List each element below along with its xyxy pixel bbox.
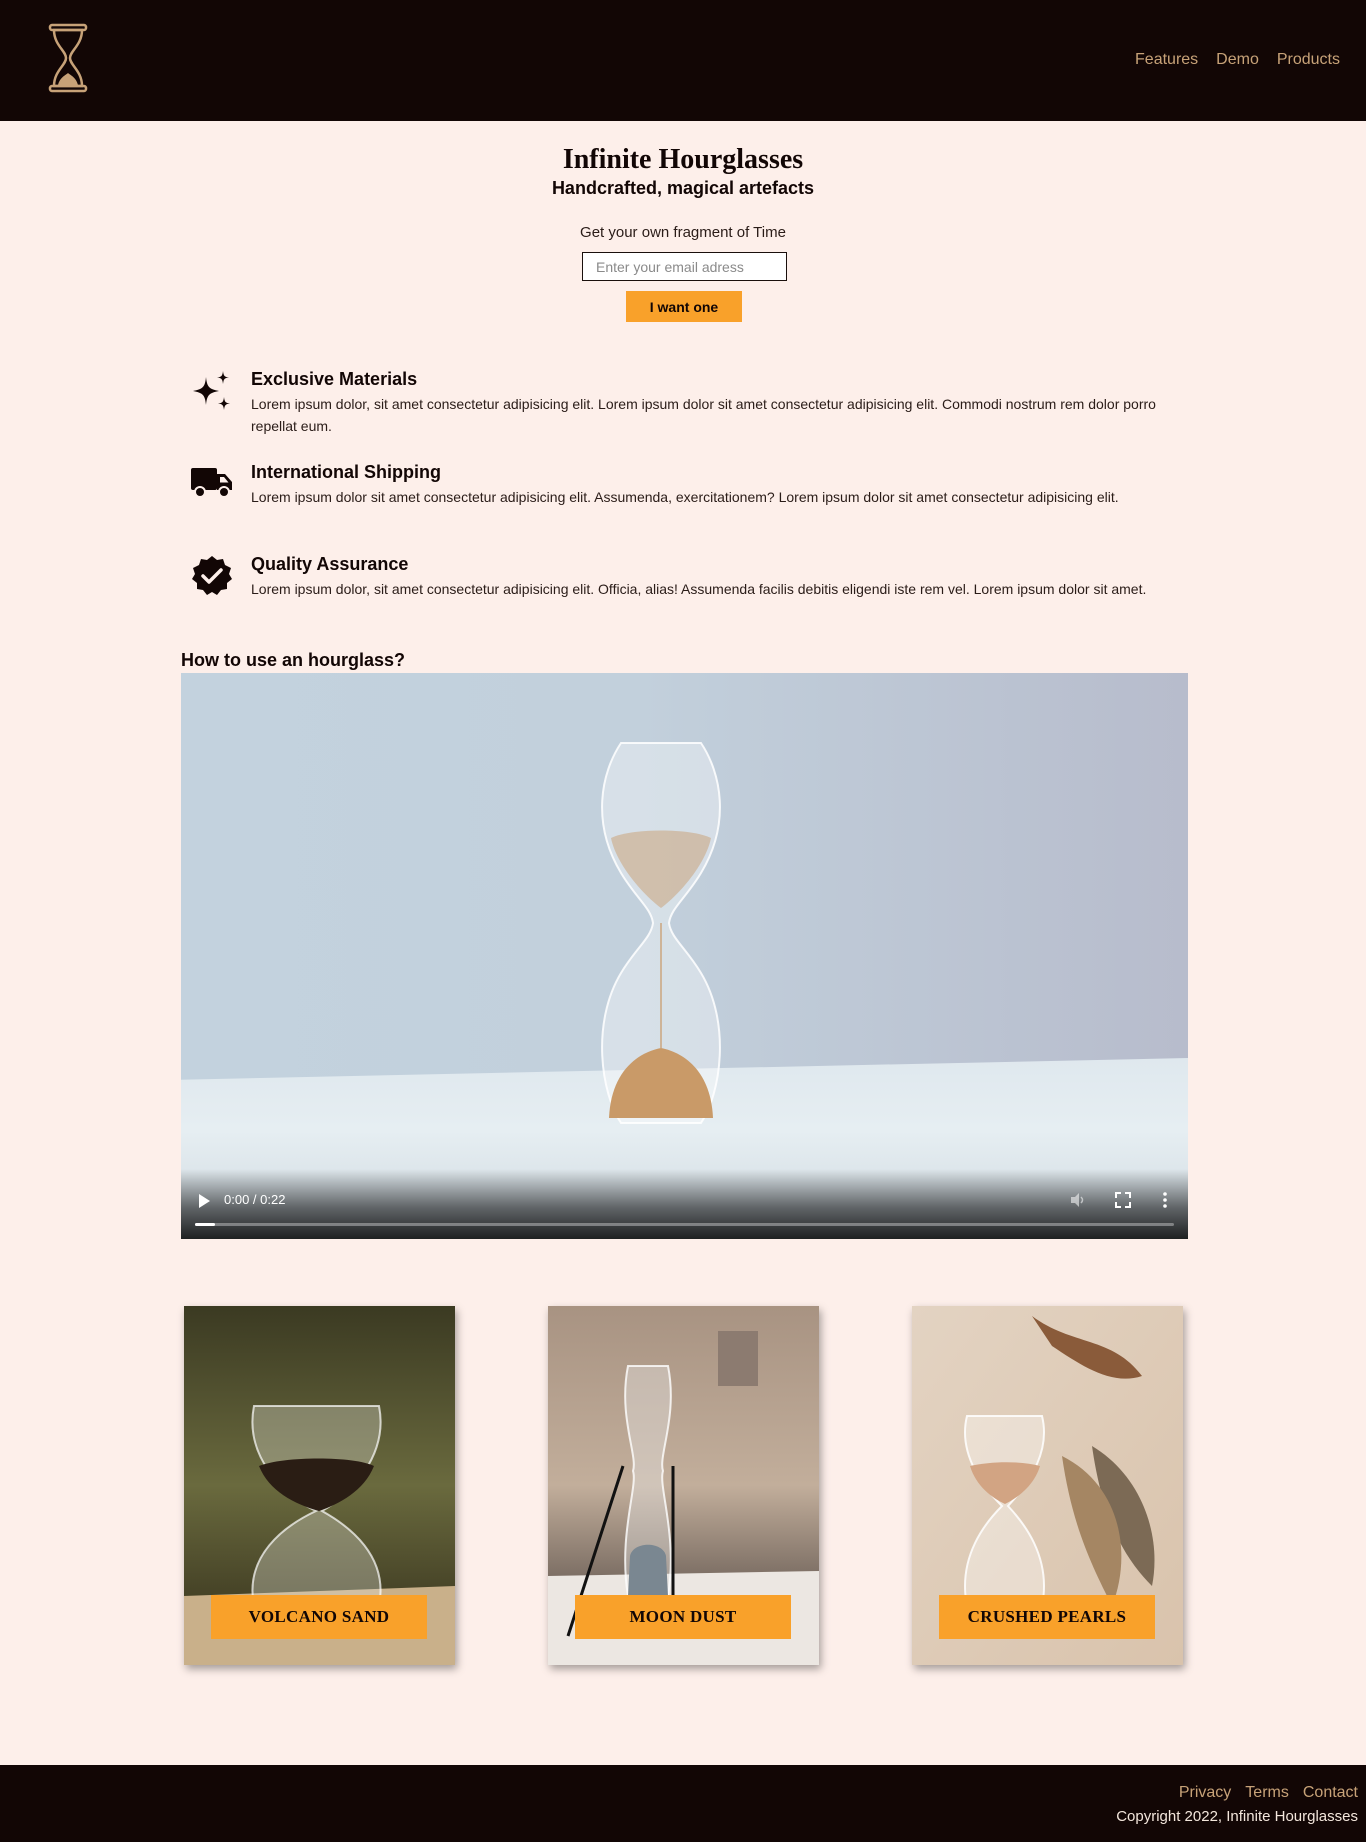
video-progress-fill	[195, 1223, 215, 1226]
copyright-text: Copyright 2022, Infinite Hourglasses	[1116, 1808, 1358, 1825]
feature-description: Lorem ipsum dolor sit amet consectetur a…	[251, 489, 1119, 505]
i-want-one-button[interactable]: I want one	[626, 291, 742, 322]
footer-link-terms[interactable]: Terms	[1245, 1784, 1289, 1802]
footer-link-contact[interactable]: Contact	[1303, 1784, 1358, 1802]
nav-link-demo[interactable]: Demo	[1216, 51, 1259, 69]
video-frame-hourglass	[601, 742, 721, 1124]
site-footer: Privacy Terms Contact Copyright 2022, In…	[0, 1765, 1366, 1842]
feature-description: Lorem ipsum dolor, sit amet consectetur …	[251, 396, 1156, 434]
video-controls: 0:00 / 0:22	[181, 1169, 1188, 1239]
feature-description: Lorem ipsum dolor, sit amet consectetur …	[251, 581, 1147, 597]
video-progress-bar[interactable]	[195, 1223, 1174, 1226]
feature-title: Exclusive Materials	[251, 369, 418, 389]
footer-links: Privacy Terms Contact	[1179, 1784, 1358, 1802]
video-section-title: How to use an hourglass?	[181, 650, 406, 670]
feature-title: Quality Assurance	[251, 554, 409, 574]
demo-video-player[interactable]: 0:00 / 0:22	[181, 673, 1188, 1239]
product-label: VOLCANO SAND	[211, 1595, 427, 1639]
more-options-icon[interactable]	[1156, 1191, 1174, 1209]
feature-title: International Shipping	[251, 462, 441, 482]
play-icon[interactable]	[197, 1193, 211, 1209]
main-nav: Features Demo Products	[1135, 51, 1340, 69]
nav-link-features[interactable]: Features	[1135, 51, 1198, 69]
product-card-moon-dust[interactable]: MOON DUST	[548, 1306, 819, 1665]
product-label: MOON DUST	[575, 1595, 791, 1639]
site-header: Features Demo Products	[0, 0, 1366, 121]
nav-link-products[interactable]: Products	[1277, 51, 1340, 69]
verified-badge-icon	[192, 556, 232, 595]
signup-prompt: Get your own fragment of Time	[580, 224, 786, 241]
video-time: 0:00 / 0:22	[224, 1192, 286, 1207]
truck-icon	[191, 468, 232, 498]
page-title: Infinite Hourglasses	[562, 144, 804, 175]
fullscreen-icon[interactable]	[1114, 1191, 1132, 1209]
product-card-crushed-pearls[interactable]: CRUSHED PEARLS	[912, 1306, 1183, 1665]
sparkles-icon	[193, 371, 230, 410]
volume-icon[interactable]	[1069, 1191, 1087, 1209]
email-field[interactable]	[582, 252, 787, 281]
footer-link-privacy[interactable]: Privacy	[1179, 1784, 1231, 1802]
page-subtitle: Handcrafted, magical artefacts	[551, 178, 815, 198]
product-label: CRUSHED PEARLS	[939, 1595, 1155, 1639]
product-card-volcano-sand[interactable]: VOLCANO SAND	[184, 1306, 455, 1665]
hourglass-logo-icon[interactable]	[46, 23, 90, 93]
